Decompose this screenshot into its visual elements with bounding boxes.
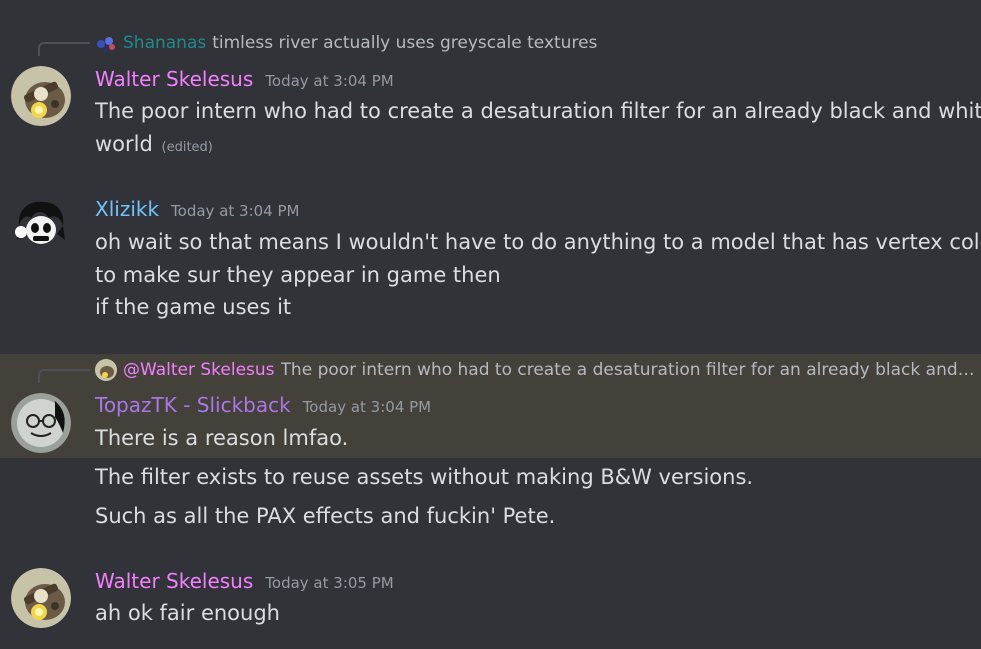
username[interactable]: TopazTK - Slickback <box>95 392 291 418</box>
message-text: The filter exists to reuse assets withou… <box>95 465 754 489</box>
reply-author[interactable]: @Walter Skelesus <box>123 359 275 381</box>
timestamp[interactable]: Today at 3:04 PM <box>265 72 393 90</box>
timestamp[interactable]: Today at 3:05 PM <box>265 574 393 592</box>
message-text: if the game uses it <box>95 295 292 319</box>
message-text: The poor intern who had to create a desa… <box>95 99 981 123</box>
message-text: world <box>95 132 153 156</box>
message-text: to make sur they appear in game then <box>95 263 501 287</box>
message-header: TopazTK - Slickback Today at 3:04 PM <box>95 392 431 418</box>
message-text-line: world (edited) <box>95 128 213 164</box>
avatar[interactable] <box>11 568 71 628</box>
reply-text[interactable]: timless river actually uses greyscale te… <box>212 32 597 54</box>
reply-avatar[interactable] <box>95 359 117 381</box>
username[interactable]: Walter Skelesus <box>95 66 253 92</box>
message-header: Walter Skelesus Today at 3:05 PM <box>95 568 394 594</box>
edited-label: (edited) <box>161 140 213 155</box>
avatar[interactable] <box>11 393 71 453</box>
timestamp[interactable]: Today at 3:04 PM <box>171 202 299 220</box>
reply-avatar[interactable] <box>95 32 117 54</box>
message-text: oh wait so that means I wouldn't have to… <box>95 230 981 254</box>
username[interactable]: Xlizikk <box>95 196 159 222</box>
message-header: Xlizikk Today at 3:04 PM <box>95 196 299 222</box>
reply-connector <box>38 369 90 383</box>
avatar[interactable] <box>11 66 71 126</box>
message-text: ah ok fair enough <box>95 601 280 625</box>
reply-preview[interactable]: @Walter Skelesus The poor intern who had… <box>95 359 977 381</box>
message-header: Walter Skelesus Today at 3:04 PM <box>95 66 394 92</box>
avatar[interactable] <box>11 196 71 256</box>
message-text: Such as all the PAX effects and fuckin' … <box>95 504 556 528</box>
username[interactable]: Walter Skelesus <box>95 568 253 594</box>
message-text: There is a reason lmfao. <box>95 426 349 450</box>
reply-connector <box>38 42 90 56</box>
reply-preview[interactable]: Shananas timless river actually uses gre… <box>95 32 597 54</box>
reply-text[interactable]: The poor intern who had to create a desa… <box>281 359 977 381</box>
timestamp[interactable]: Today at 3:04 PM <box>303 398 431 416</box>
reply-author[interactable]: Shananas <box>123 32 206 54</box>
